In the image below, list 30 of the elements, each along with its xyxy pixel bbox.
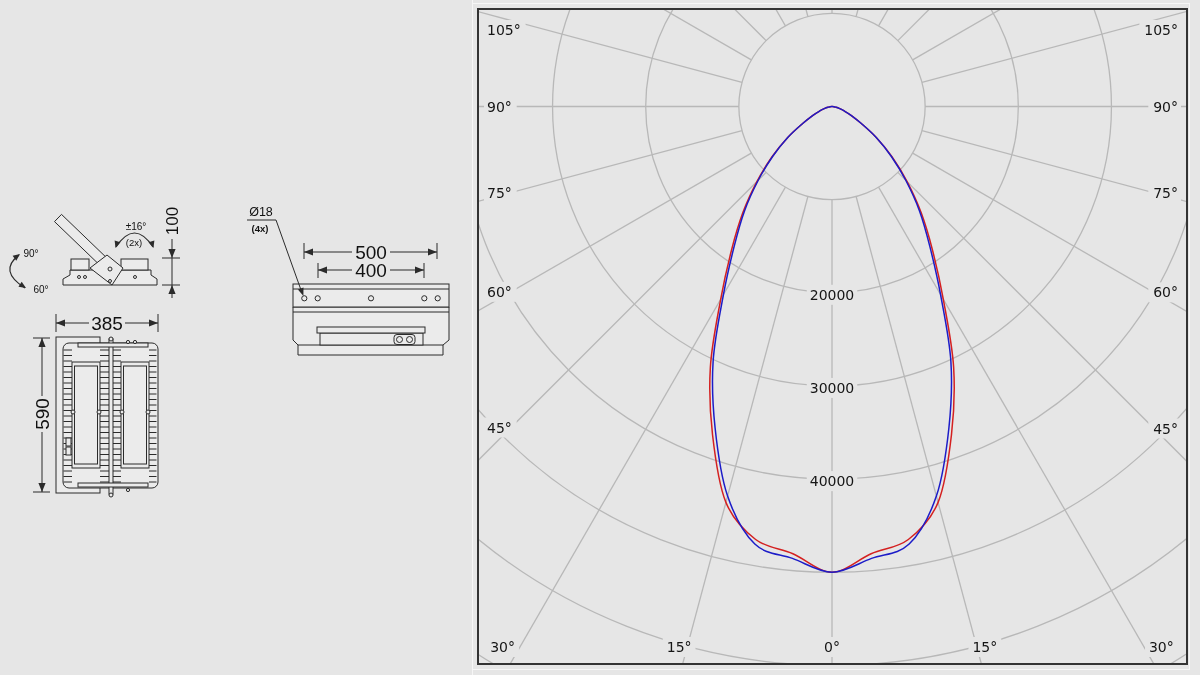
angle-label: 15°	[972, 639, 998, 655]
angle-label: 105°	[487, 22, 521, 38]
angle-label: 105°	[1144, 22, 1178, 38]
tilt-arrow	[114, 232, 155, 248]
angle-label: 90°	[1153, 98, 1178, 115]
intensity-label: 20000	[809, 286, 855, 303]
angle-label: 60°	[487, 283, 512, 300]
rotation-arrow	[9, 254, 26, 289]
intensity-label: 30000	[809, 379, 855, 396]
angle-label: 90°	[23, 247, 39, 259]
quantity-label: (2x)	[125, 237, 143, 248]
angle-label: 60°	[33, 283, 49, 295]
dimension-label: 590	[31, 398, 53, 430]
angle-label: 30°	[490, 639, 516, 655]
dimension-line	[161, 238, 181, 299]
intensity-label: 40000	[809, 473, 855, 490]
dimension-label: 385	[91, 312, 123, 334]
quantity-label: (4x)	[251, 222, 269, 234]
angle-label: 75°	[487, 184, 512, 201]
angle-label: 75°	[1153, 184, 1178, 201]
angle-label: 90°	[487, 98, 512, 115]
angle-label: 15°	[666, 639, 692, 655]
angle-label: 0°	[824, 639, 840, 655]
angle-label: 30°	[1148, 639, 1174, 655]
dimension-label: 100	[162, 206, 182, 236]
angle-label: ±16°	[125, 221, 147, 232]
hole-diameter-label: Ø18	[249, 205, 273, 219]
angle-label: 45°	[1153, 420, 1178, 437]
angle-label: 45°	[487, 419, 512, 436]
angle-label: 60°	[1153, 284, 1178, 301]
